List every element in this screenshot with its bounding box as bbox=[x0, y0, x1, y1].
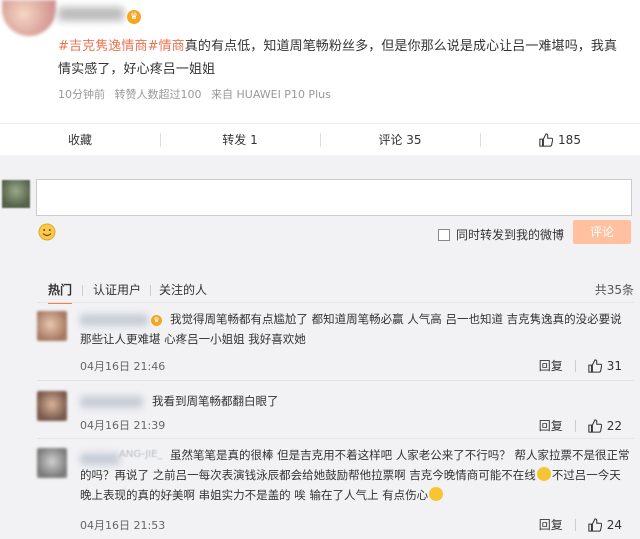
tab-hot[interactable]: 热门 bbox=[48, 280, 73, 304]
tab-divider bbox=[82, 285, 83, 296]
crying-emoji-icon bbox=[536, 467, 551, 481]
commenter-avatar[interactable] bbox=[37, 391, 67, 421]
commenter-name[interactable] bbox=[80, 396, 143, 408]
hashtag-link[interactable]: #情商 bbox=[148, 39, 185, 54]
tab-divider bbox=[150, 285, 151, 296]
commenter-avatar[interactable] bbox=[37, 311, 67, 341]
forward-checkbox[interactable] bbox=[438, 228, 450, 241]
thumbs-up-icon bbox=[539, 132, 554, 147]
comment-item: ANG-JIE_ 虽然笔笔是真的很棒 但是吉克用不着这样吧 人家老公来了不行吗？… bbox=[37, 438, 634, 539]
comment-item: ♛ 我觉得周笔畅都有点尴尬了 都知道周笔畅必赢 人气高 吕一也知道 吉克隽逸真的… bbox=[37, 302, 634, 378]
comment-like-count: 22 bbox=[606, 418, 622, 433]
tab-verified-users[interactable]: 认证用户 bbox=[93, 280, 141, 304]
action-divider bbox=[574, 359, 576, 372]
post-source[interactable]: 来自 HUAWEI P10 Plus bbox=[211, 88, 331, 101]
thumbs-up-icon[interactable] bbox=[588, 358, 602, 373]
comment-item: 我看到周笔畅都翻白眼了 04月16日 21:39 回复 22 bbox=[37, 380, 634, 436]
comment-filter-bar: 热门 认证用户 关注的人 共35条 bbox=[37, 280, 634, 304]
action-divider bbox=[574, 518, 576, 531]
sad-emoji-icon bbox=[429, 487, 444, 501]
reply-button[interactable]: 回复 bbox=[539, 516, 563, 533]
post-card: ♛ #吉克隽逸情商#情商真的有点低，知道周笔畅粉丝多，但是你那么说是成心让吕一难… bbox=[0, 0, 640, 155]
tab-following[interactable]: 关注的人 bbox=[159, 280, 207, 304]
action-divider bbox=[574, 419, 576, 432]
current-user-avatar bbox=[2, 180, 30, 208]
like-count: 185 bbox=[558, 132, 581, 147]
thumbs-up-icon[interactable] bbox=[588, 418, 602, 433]
author-avatar[interactable] bbox=[2, 0, 56, 36]
like-button[interactable]: 185 bbox=[480, 124, 640, 155]
comment-text: 我觉得周笔畅都有点尴尬了 都知道周笔畅必赢 人气高 吕一也知道 吉克隽逸真的没必… bbox=[80, 312, 622, 346]
post-body: #吉克隽逸情商#情商真的有点低，知道周笔畅粉丝多，但是你那么说是成心让吕一难堪吗… bbox=[58, 35, 628, 81]
comment-text: 虽然笔笔是真的很棒 但是吉克用不着这样吧 人家老公来了不行吗？ 帮人家拉票不是很… bbox=[80, 448, 630, 502]
action-bar: 收藏 转发 1 评论 35 185 bbox=[0, 123, 640, 155]
comment-input[interactable] bbox=[36, 179, 632, 216]
author-name[interactable] bbox=[58, 7, 124, 21]
submit-comment-button[interactable]: 评论 bbox=[573, 220, 631, 244]
comment-like-count: 24 bbox=[606, 517, 622, 532]
reply-button[interactable]: 回复 bbox=[539, 417, 563, 434]
comment-time: 04月16日 21:53 bbox=[80, 519, 166, 532]
comment-time: 04月16日 21:39 bbox=[80, 419, 166, 432]
forward-to-weibo-option[interactable]: 同时转发到我的微博 bbox=[438, 226, 564, 243]
comment-time: 04月16日 21:46 bbox=[80, 360, 166, 373]
emoji-icon[interactable] bbox=[38, 223, 56, 241]
thumbs-up-icon[interactable] bbox=[588, 517, 602, 532]
forward-note: 转赞人数超过100 bbox=[114, 88, 202, 101]
comment-total: 共35条 bbox=[594, 283, 634, 297]
comments-section: 同时转发到我的微博 评论 热门 认证用户 关注的人 共35条 ♛ 我觉得周笔畅都… bbox=[0, 170, 640, 539]
comment-actions: 回复 22 bbox=[539, 417, 622, 434]
comment-button[interactable]: 评论 35 bbox=[320, 124, 480, 155]
post-time[interactable]: 10分钟前 bbox=[58, 88, 105, 101]
comment-actions: 回复 31 bbox=[539, 357, 622, 374]
vip-crown-icon: ♛ bbox=[127, 10, 141, 24]
reply-button[interactable]: 回复 bbox=[539, 357, 563, 374]
hashtag-link[interactable]: #吉克隽逸情商 bbox=[58, 39, 148, 54]
favorite-button[interactable]: 收藏 bbox=[0, 124, 160, 155]
comment-text: 我看到周笔畅都翻白眼了 bbox=[152, 394, 279, 408]
comment-actions: 回复 24 bbox=[539, 516, 622, 533]
comment-like-count: 31 bbox=[606, 358, 622, 373]
forward-button[interactable]: 转发 1 bbox=[160, 124, 320, 155]
commenter-avatar[interactable] bbox=[37, 448, 67, 478]
post-meta: 10分钟前 转赞人数超过100 来自 HUAWEI P10 Plus bbox=[58, 86, 337, 102]
